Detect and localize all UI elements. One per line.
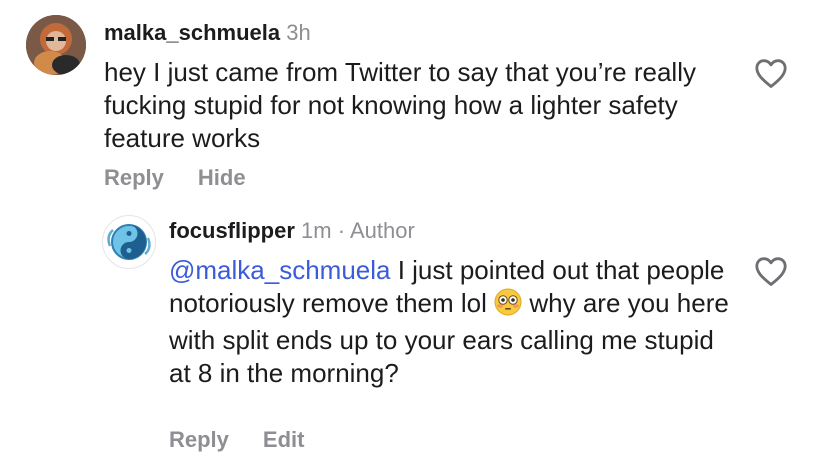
comment-text: hey I just came from Twitter to say that… xyxy=(104,57,696,153)
profile-photo-icon xyxy=(26,15,86,75)
avatar[interactable] xyxy=(102,215,156,269)
edit-button[interactable]: Edit xyxy=(263,427,305,453)
heart-outline-icon xyxy=(755,257,787,286)
username[interactable]: focusflipper xyxy=(169,218,295,243)
flushed-face-emoji-icon xyxy=(494,288,522,324)
username[interactable]: malka_schmuela xyxy=(104,20,280,45)
timestamp: 3h xyxy=(286,20,311,45)
comment-actions: Reply Hide xyxy=(104,165,246,191)
comment-text: @malka_schmuela I just pointed out that … xyxy=(169,254,729,390)
like-button[interactable] xyxy=(754,255,788,292)
comment-header: focusflipper 1m · Author xyxy=(169,217,415,245)
hide-button[interactable]: Hide xyxy=(198,165,246,191)
comment-actions: Reply Edit xyxy=(169,427,304,453)
reply-button[interactable]: Reply xyxy=(104,165,164,191)
comment-header: malka_schmuela 3h xyxy=(104,19,311,47)
mention-link[interactable]: @malka_schmuela xyxy=(169,255,390,285)
separator: · xyxy=(337,218,346,243)
like-button[interactable] xyxy=(754,57,788,94)
heart-outline-icon xyxy=(755,59,787,88)
yin-yang-avatar-icon xyxy=(105,218,153,266)
author-badge: Author xyxy=(349,218,415,243)
timestamp: 1m xyxy=(301,218,332,243)
avatar[interactable] xyxy=(26,15,86,75)
reply-button[interactable]: Reply xyxy=(169,427,229,453)
